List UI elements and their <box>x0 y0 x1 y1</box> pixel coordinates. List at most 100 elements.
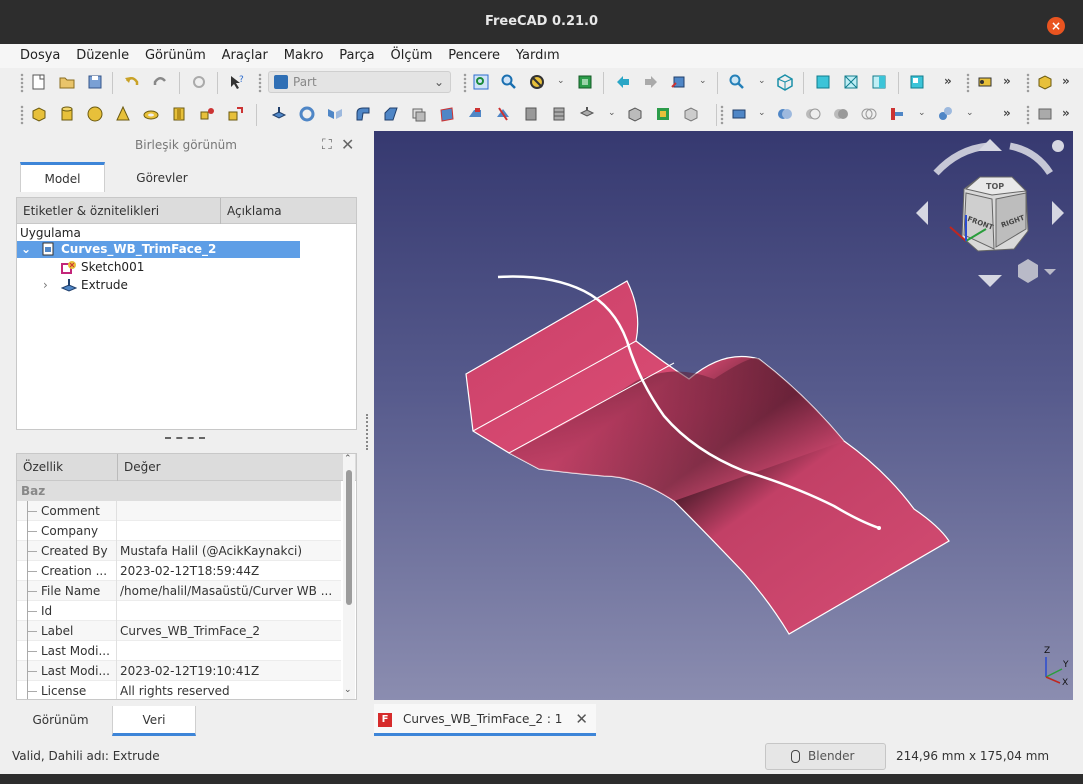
top-view-icon[interactable] <box>842 73 860 91</box>
new-document-icon[interactable] <box>30 73 48 91</box>
join-features-icon[interactable] <box>888 105 906 123</box>
document-tab[interactable]: F Curves_WB_TrimFace_2 : 1 ✕ <box>374 704 596 736</box>
3d-viewport[interactable]: TOP FRONT RIGHT Z Y X <box>374 131 1073 700</box>
check-geometry-icon[interactable] <box>1036 105 1054 123</box>
right-view-icon[interactable] <box>870 73 888 91</box>
undo-icon[interactable] <box>123 73 141 91</box>
box-icon[interactable] <box>30 105 48 123</box>
chevron-down-icon[interactable]: ⌄ <box>966 108 974 118</box>
property-value[interactable]: Mustafa Halil (@AcikKaynakci) <box>120 541 340 561</box>
chevron-right-icon[interactable]: › <box>43 277 48 294</box>
property-group-base[interactable]: Baz <box>17 481 341 501</box>
scroll-up-icon[interactable]: ⌃ <box>344 454 352 464</box>
toolbar-grip[interactable] <box>966 73 970 93</box>
toolbar-grip[interactable] <box>463 73 467 93</box>
navigation-style-button[interactable]: Blender <box>765 743 886 770</box>
chevron-down-icon[interactable]: ⌄ <box>758 108 766 118</box>
dock-splitter[interactable] <box>366 414 369 450</box>
back-arrow-icon[interactable] <box>614 73 632 91</box>
draw-style-icon[interactable] <box>528 73 546 91</box>
cross-section-icon[interactable] <box>550 105 568 123</box>
menu-file[interactable]: Dosya <box>14 44 66 68</box>
sync-view-icon[interactable] <box>670 73 688 91</box>
tab-view[interactable]: Görünüm <box>10 706 111 736</box>
chevron-down-icon[interactable]: ⌄ <box>758 76 766 86</box>
property-value[interactable] <box>120 521 340 541</box>
property-row[interactable]: Id <box>17 601 341 621</box>
tube-icon[interactable] <box>170 105 188 123</box>
isometric-view-icon[interactable] <box>776 73 794 91</box>
navigation-cube[interactable]: TOP FRONT RIGHT <box>908 131 1073 291</box>
workbench-selector[interactable]: Part ⌄ <box>268 71 451 93</box>
property-value[interactable] <box>120 601 340 621</box>
toolbar-overflow-icon[interactable]: » <box>944 74 952 88</box>
tab-data[interactable]: Veri <box>112 706 196 736</box>
property-value[interactable]: /home/halil/Masaüstü/Curver WB ... <box>120 581 340 601</box>
toolbar-grip[interactable] <box>1026 73 1030 93</box>
split-icon[interactable] <box>936 105 954 123</box>
toolbar-grip[interactable] <box>20 105 24 125</box>
property-value[interactable]: 2023-02-12T18:59:44Z <box>120 561 340 581</box>
attachment-icon[interactable] <box>682 105 700 123</box>
measure-icon[interactable] <box>976 73 994 91</box>
property-row[interactable]: Comment <box>17 501 341 521</box>
menu-edit[interactable]: Düzenle <box>70 44 135 68</box>
open-folder-icon[interactable] <box>58 73 76 91</box>
menu-help[interactable]: Yardım <box>510 44 566 68</box>
toolbar-overflow-icon[interactable]: » <box>1003 74 1011 88</box>
tree-item-extrude[interactable]: › Extrude <box>43 277 243 294</box>
toolbar-grip[interactable] <box>1026 105 1030 125</box>
menu-window[interactable]: Pencere <box>442 44 506 68</box>
chevron-down-icon[interactable]: ⌄ <box>608 108 616 118</box>
make-face-icon[interactable] <box>410 105 428 123</box>
torus-icon[interactable] <box>142 105 160 123</box>
close-panel-icon[interactable]: ✕ <box>341 132 354 158</box>
property-row[interactable]: License All rights reserved <box>17 681 341 699</box>
view-cube-menu-icon[interactable] <box>1018 259 1038 283</box>
common-icon[interactable] <box>860 105 878 123</box>
chevron-down-icon[interactable]: ⌄ <box>699 76 707 86</box>
property-value[interactable] <box>120 501 340 521</box>
toolbar-overflow-icon[interactable]: » <box>1062 74 1070 88</box>
chevron-down-icon[interactable]: ⌄ <box>557 76 565 86</box>
tab-model[interactable]: Model <box>20 162 105 192</box>
redo-icon[interactable] <box>151 73 169 91</box>
extrude-icon[interactable] <box>270 105 288 123</box>
property-row[interactable]: Creation ... 2023-02-12T18:59:44Z <box>17 561 341 581</box>
revolve-icon[interactable] <box>298 105 316 123</box>
menu-measure[interactable]: Ölçüm <box>384 44 438 68</box>
menu-part[interactable]: Parça <box>333 44 380 68</box>
panel-splitter-handle[interactable] <box>165 437 205 439</box>
view-menu-icon[interactable] <box>1052 140 1064 152</box>
toolbar-grip[interactable] <box>20 73 24 93</box>
tree-column-labels[interactable]: Etiketler & öznitelikleri <box>23 198 159 224</box>
cut-icon[interactable] <box>804 105 822 123</box>
section-icon[interactable] <box>522 105 540 123</box>
part-cube-icon[interactable] <box>1036 73 1054 91</box>
sphere-icon[interactable] <box>86 105 104 123</box>
toolbar-overflow-icon[interactable]: » <box>1003 106 1011 120</box>
arrow-down-icon[interactable] <box>978 275 1002 287</box>
chevron-down-icon[interactable]: ⌄ <box>918 108 926 118</box>
projection-icon[interactable] <box>654 105 672 123</box>
zoom-icon[interactable] <box>728 73 746 91</box>
tree-document-row[interactable]: ⌄ Curves_WB_TrimFace_2 <box>17 241 300 258</box>
bounding-box-icon[interactable] <box>576 73 594 91</box>
property-row[interactable]: Last Modi... 2023-02-12T19:10:41Z <box>17 661 341 681</box>
float-panel-icon[interactable]: ⛶ <box>322 132 332 158</box>
fit-all-icon[interactable] <box>472 73 490 91</box>
shape-builder-icon[interactable] <box>226 105 244 123</box>
fuse-icon[interactable] <box>832 105 850 123</box>
property-value[interactable]: Curves_WB_TrimFace_2 <box>120 621 340 641</box>
loft-icon[interactable] <box>466 105 484 123</box>
property-column-label[interactable]: Özellik <box>23 454 63 481</box>
menu-view[interactable]: Görünüm <box>139 44 212 68</box>
fit-selection-icon[interactable] <box>500 73 518 91</box>
compound-icon[interactable] <box>730 105 748 123</box>
property-value[interactable] <box>120 641 340 661</box>
scrollbar-thumb[interactable] <box>346 470 352 605</box>
refresh-icon[interactable] <box>190 73 208 91</box>
property-value[interactable]: 2023-02-12T19:10:41Z <box>120 661 340 681</box>
ruled-surface-icon[interactable] <box>438 105 456 123</box>
whats-this-icon[interactable]: ? <box>228 73 246 91</box>
